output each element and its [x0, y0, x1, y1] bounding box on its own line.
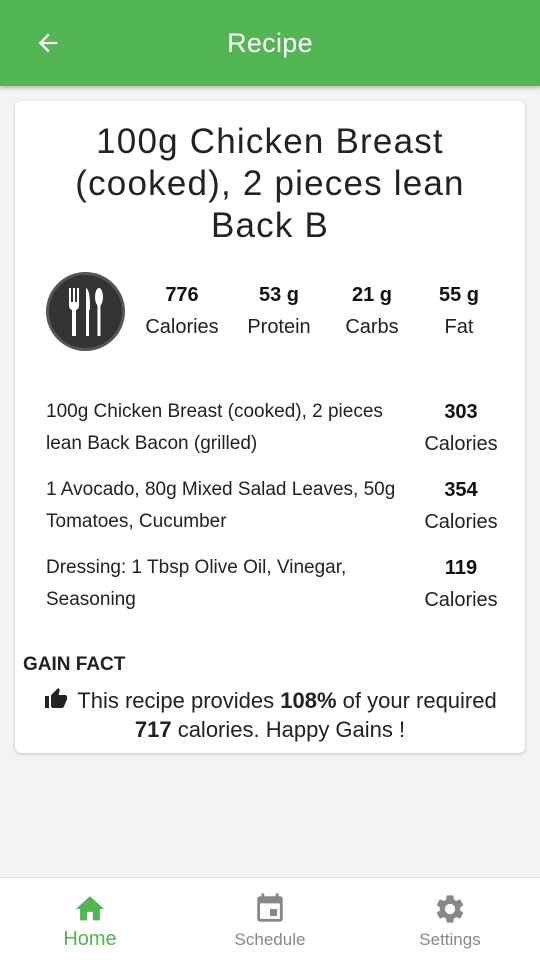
calorie-value: 119 [444, 557, 478, 579]
calorie-unit: Calories [424, 589, 498, 611]
nav-item-schedule[interactable]: Schedule [180, 878, 360, 966]
stat-carbs: 21 g Carbs [327, 283, 417, 340]
page-title: Recipe [227, 27, 313, 58]
stat-label: Carbs [345, 316, 399, 338]
stat-calories: 776 Calories [137, 283, 227, 340]
nav-label: Home [63, 928, 117, 950]
list-item: Dressing: 1 Tbsp Olive Oil, Vinegar, Sea… [46, 552, 506, 630]
back-button[interactable] [28, 23, 68, 63]
gain-percent: 108% [280, 688, 337, 713]
ingredient-list: 100g Chicken Breast (cooked), 2 pieces l… [46, 396, 506, 630]
ingredient-description: 1 Avocado, 80g Mixed Salad Leaves, 50g T… [46, 479, 396, 532]
calorie-unit: Calories [424, 511, 498, 533]
nav-item-settings[interactable]: Settings [360, 878, 540, 966]
ingredient-description: 100g Chicken Breast (cooked), 2 pieces l… [46, 401, 383, 454]
stat-label: Fat [444, 316, 474, 338]
recipe-title: 100g Chicken Breast (cooked), 2 pieces l… [75, 122, 465, 245]
stat-value: 55 g [438, 284, 480, 306]
stat-label: Calories [145, 316, 219, 338]
arrow-left-icon [38, 33, 58, 53]
stat-value: 21 g [351, 284, 393, 306]
ingredient-calories: 354 Calories [416, 474, 506, 538]
recipe-card: 100g Chicken Breast (cooked), 2 pieces l… [15, 101, 525, 753]
home-icon [75, 896, 105, 921]
calendar-icon [257, 893, 283, 922]
gain-fact-text: This recipe provides 108% of your requir… [23, 686, 517, 744]
ingredient-description: Dressing: 1 Tbsp Olive Oil, Vinegar, Sea… [46, 557, 347, 610]
nav-item-home[interactable]: Home [0, 878, 180, 966]
gain-fact-title: GAIN FACT [23, 654, 126, 675]
gain-required-calories: 717 [134, 717, 172, 742]
gear-icon [436, 895, 464, 923]
calorie-value: 354 [444, 479, 478, 501]
calorie-unit: Calories [424, 433, 498, 455]
gain-text-after: calories. Happy Gains ! [171, 717, 406, 742]
ingredient-calories: 119 Calories [416, 552, 506, 616]
ingredient-calories: 303 Calories [416, 396, 506, 460]
gain-text-middle: of your required [336, 688, 497, 713]
nav-label: Schedule [234, 930, 306, 949]
stat-label: Protein [247, 316, 311, 338]
stat-value: 53 g [258, 284, 300, 306]
gain-text-before: This recipe provides [77, 688, 281, 713]
calorie-value: 303 [444, 401, 478, 423]
stat-fat: 55 g Fat [414, 283, 504, 340]
stat-value: 776 [165, 284, 199, 306]
plate-cutlery-icon [46, 272, 125, 351]
bottom-navigation: Home Schedule Settings [0, 877, 540, 966]
stat-protein: 53 g Protein [234, 283, 324, 340]
app-bar: Recipe [0, 0, 540, 86]
list-item: 1 Avocado, 80g Mixed Salad Leaves, 50g T… [46, 474, 506, 552]
nav-label: Settings [419, 930, 481, 949]
thumbs-up-icon [45, 688, 68, 708]
list-item: 100g Chicken Breast (cooked), 2 pieces l… [46, 396, 506, 474]
